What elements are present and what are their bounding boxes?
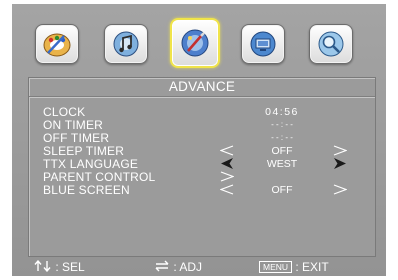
menu-item-label: PARENT CONTROL [43, 170, 156, 184]
up-down-arrows-icon [34, 259, 51, 273]
menu-item-on-timer[interactable]: ON TIMER - - : - - [29, 118, 375, 132]
menu-item-label: TTX LANGUAGE [43, 157, 139, 171]
adjust-hint: : ADJ [154, 259, 202, 276]
picture-menu-button[interactable] [35, 24, 79, 64]
title-divider [29, 96, 375, 98]
menu-item-label: CLOCK [43, 105, 86, 119]
advance-menu-button[interactable] [170, 18, 220, 68]
key-hint-bar: : SEL : ADJ MENU : EXIT [12, 259, 386, 276]
select-hint-label: : SEL [55, 260, 85, 274]
menu-item-clock[interactable]: CLOCK 04:56 [29, 105, 375, 119]
search-menu-button[interactable] [309, 24, 353, 64]
ttx-language-value: WEST [266, 158, 298, 170]
arrow-right-outline-icon[interactable] [220, 171, 234, 182]
menu-item-label: SLEEP TIMER [43, 144, 125, 158]
on-timer-value: - - : - - [271, 120, 293, 129]
menu-item-sleep-timer[interactable]: SLEEP TIMER OFF [29, 144, 375, 158]
menu-item-off-timer[interactable]: OFF TIMER - - : - - [29, 131, 375, 145]
search-magnifier-icon [318, 31, 344, 57]
arrow-right-outline-icon[interactable] [333, 145, 347, 156]
audio-menu-button[interactable] [104, 24, 148, 64]
menu-item-label: OFF TIMER [43, 131, 110, 145]
arrow-right-outline-icon[interactable] [333, 184, 347, 195]
adjust-hint-label: : ADJ [173, 260, 203, 274]
tv-menu-button[interactable] [241, 24, 285, 64]
audio-music-icon [113, 31, 139, 57]
menu-item-ttx-language[interactable]: TTX LANGUAGE WEST [29, 157, 375, 171]
clock-value: 04:56 [265, 106, 299, 118]
arrow-left-outline-icon[interactable] [220, 184, 234, 195]
blue-screen-value: OFF [271, 184, 293, 196]
exit-hint-label: : EXIT [295, 260, 329, 274]
arrow-left-filled-icon[interactable] [220, 158, 234, 169]
menu-item-blue-screen[interactable]: BLUE SCREEN OFF [29, 183, 375, 197]
arrow-left-outline-icon[interactable] [220, 145, 234, 156]
menu-key-box: MENU [259, 261, 293, 273]
picture-palette-icon [43, 33, 71, 57]
left-right-arrows-icon [155, 260, 169, 272]
menu-title: ADVANCE [168, 79, 236, 94]
arrow-right-filled-icon[interactable] [333, 158, 347, 169]
menu-item-label: ON TIMER [43, 118, 104, 132]
advance-settings-icon [181, 29, 209, 57]
exit-hint: MENU : EXIT [259, 259, 329, 276]
menu-item-parent-control[interactable]: PARENT CONTROL [29, 170, 375, 184]
select-hint: : SEL [34, 259, 85, 276]
off-timer-value: - - : - - [271, 133, 293, 142]
tv-channel-icon [250, 31, 276, 57]
sleep-timer-value: OFF [271, 145, 293, 157]
menu-item-label: BLUE SCREEN [43, 183, 130, 197]
tv-osd-menu: ADVANCE CLOCK 04:56 ON TIMER - - : - - O… [12, 4, 386, 276]
advance-menu-panel: ADVANCE CLOCK 04:56 ON TIMER - - : - - O… [28, 77, 376, 257]
